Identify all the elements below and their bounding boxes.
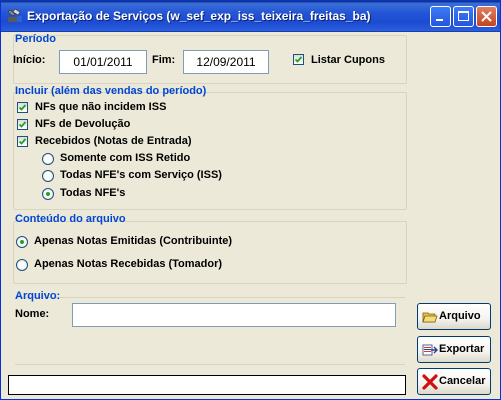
apenas-emitidas-radio[interactable] <box>16 236 28 248</box>
arquivo-separator <box>15 297 405 298</box>
cancelar-button-label: Cancelar <box>439 375 486 387</box>
listar-cupons-label[interactable]: Listar Cupons <box>311 54 385 66</box>
arquivo-button-label: Arquivo <box>439 310 481 322</box>
radio-selected-dot <box>20 240 24 244</box>
listar-cupons-checkbox[interactable] <box>293 54 304 65</box>
arquivo-heading: Arquivo: <box>15 290 61 302</box>
incluir-heading: Incluir (além das vendas do período) <box>15 85 207 97</box>
nfs-nao-incidem-label[interactable]: NFs que não incidem ISS <box>35 101 166 113</box>
exportar-button[interactable]: Exportar <box>417 336 491 363</box>
somente-iss-retido-radio[interactable] <box>42 153 54 165</box>
apenas-recebidas-label[interactable]: Apenas Notas Recebidas (Tomador) <box>34 258 222 270</box>
maximize-icon <box>458 11 469 21</box>
conteudo-heading: Conteúdo do arquivo <box>15 213 126 225</box>
window-title: Exportação de Serviços (w_sef_exp_iss_te… <box>27 9 371 23</box>
export-icon <box>422 344 438 356</box>
inicio-date-field[interactable]: 01/01/2011 <box>59 50 147 74</box>
checkmark-icon <box>294 56 303 63</box>
fim-label: Fim: <box>152 54 176 66</box>
apenas-emitidas-label[interactable]: Apenas Notas Emitidas (Contribuinte) <box>34 235 232 247</box>
nfs-devolucao-label[interactable]: NFs de Devolução <box>35 118 130 130</box>
checkmark-icon <box>18 138 27 145</box>
cancelar-button[interactable]: Cancelar <box>417 368 491 395</box>
minimize-button[interactable] <box>430 6 451 27</box>
exportar-button-label: Exportar <box>439 343 485 355</box>
maximize-button[interactable] <box>453 6 474 27</box>
close-button[interactable] <box>476 6 497 27</box>
folder-open-icon <box>422 312 438 323</box>
recebidos-checkbox[interactable] <box>17 136 28 147</box>
todas-nfes-radio[interactable] <box>42 188 54 200</box>
title-bar[interactable]: Exportação de Serviços (w_sef_exp_iss_te… <box>1 1 500 32</box>
arquivo-button[interactable]: Arquivo <box>417 303 491 330</box>
close-icon <box>481 11 492 22</box>
inicio-label: Início: <box>13 54 46 66</box>
radio-selected-dot <box>46 192 50 196</box>
nome-arquivo-field[interactable] <box>72 303 396 327</box>
recebidos-label[interactable]: Recebidos (Notas de Entrada) <box>35 135 191 147</box>
checkmark-icon <box>18 121 27 128</box>
apenas-recebidas-radio[interactable] <box>16 259 28 271</box>
minimize-icon <box>436 19 443 21</box>
export-window: Exportação de Serviços (w_sef_exp_iss_te… <box>0 0 501 400</box>
conteudo-group <box>13 221 407 284</box>
nfs-devolucao-checkbox[interactable] <box>17 119 28 130</box>
cancel-x-icon <box>422 374 438 390</box>
todas-nfe-servico-radio[interactable] <box>42 170 54 182</box>
todas-nfes-label[interactable]: Todas NFE's <box>60 187 125 199</box>
periodo-heading: Período <box>15 33 56 45</box>
fim-date-field[interactable]: 12/09/2011 <box>183 50 269 74</box>
bottom-separator <box>15 364 405 365</box>
checkmark-icon <box>18 104 27 111</box>
dialog-body: Período Início: 01/01/2011 Fim: 12/09/20… <box>4 32 497 398</box>
todas-nfe-servico-label[interactable]: Todas NFE's com Serviço (ISS) <box>60 169 222 181</box>
nfs-nao-incidem-checkbox[interactable] <box>17 102 28 113</box>
somente-iss-retido-label[interactable]: Somente com ISS Retido <box>60 152 190 164</box>
app-icon <box>7 8 22 22</box>
nome-label: Nome: <box>15 308 50 320</box>
status-field <box>8 375 406 395</box>
